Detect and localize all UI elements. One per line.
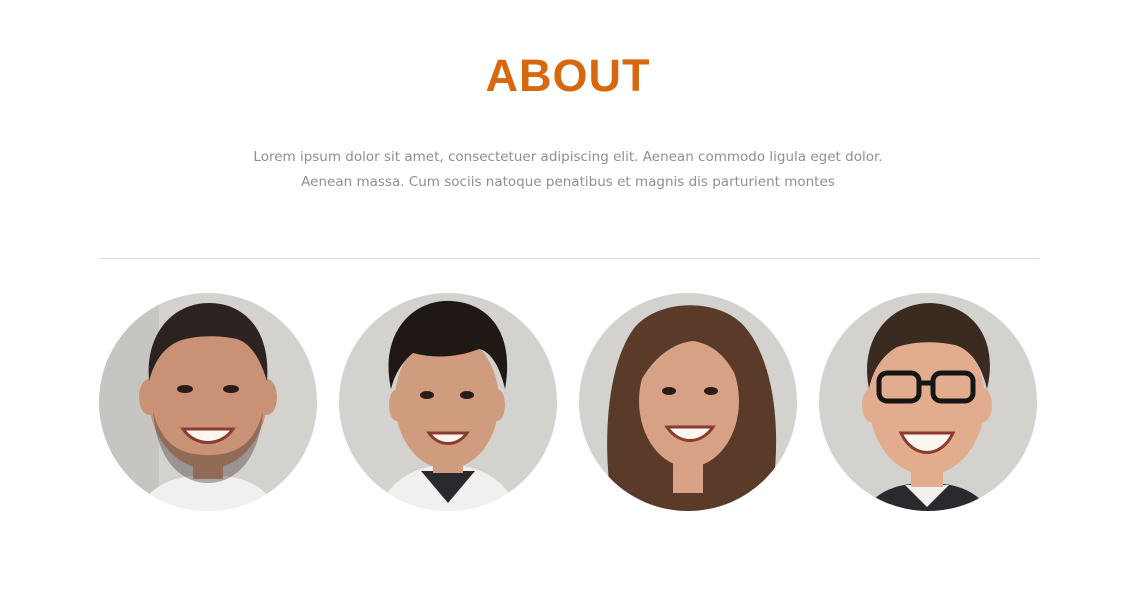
about-description: Lorem ipsum dolor sit amet, consectetuer… <box>253 149 883 190</box>
bearded-man-smiling-portrait <box>99 293 317 511</box>
team-member-portrait-1 <box>99 293 317 511</box>
team-member-portrait-3 <box>579 293 797 511</box>
team-portraits <box>99 293 1039 511</box>
section-divider <box>99 258 1039 259</box>
team-member-portrait-4 <box>819 293 1037 511</box>
team-member-portrait-2 <box>339 293 557 511</box>
page-title: ABOUT <box>485 50 651 101</box>
dark-haired-man-smiling-portrait <box>339 293 557 511</box>
long-haired-woman-smiling-portrait <box>579 293 797 511</box>
man-with-glasses-laughing-portrait <box>819 293 1037 511</box>
